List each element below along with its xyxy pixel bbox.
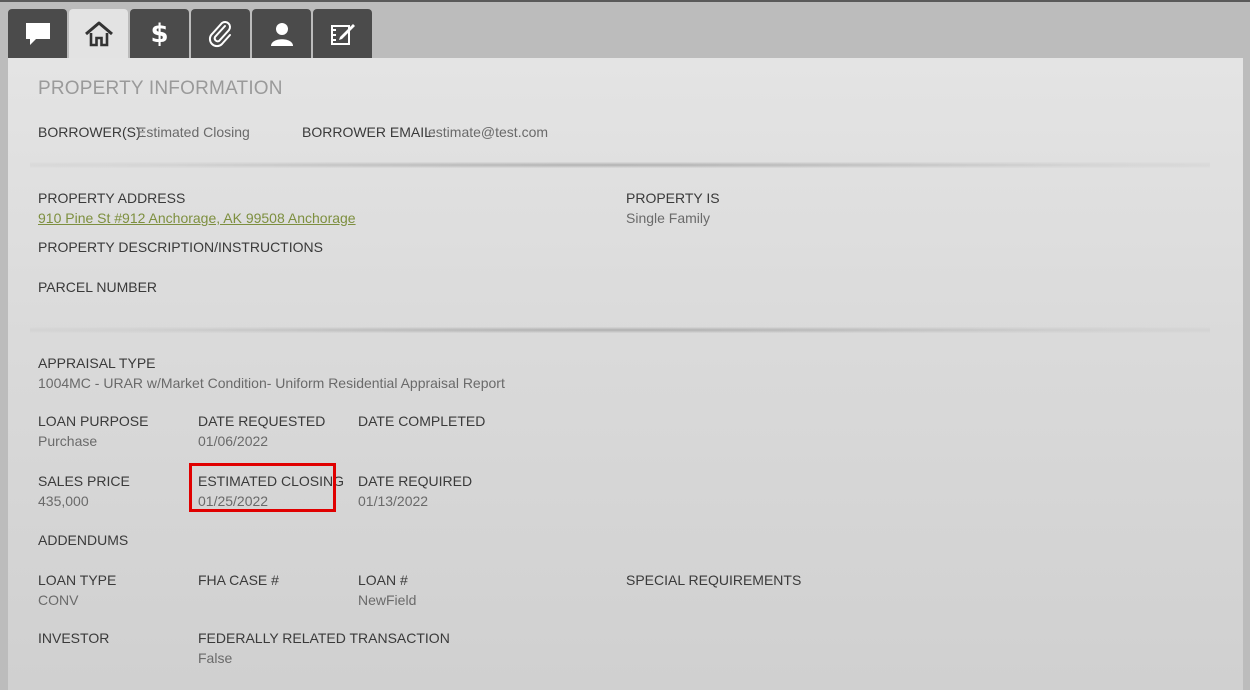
divider [30, 327, 1210, 333]
federally-related-value: False [198, 650, 233, 666]
appraisal-type-label: APPRAISAL TYPE [38, 355, 156, 371]
edit-icon [329, 21, 357, 47]
federally-related-label: FEDERALLY RELATED TRANSACTION [198, 630, 450, 646]
date-required-label: DATE REQUIRED [358, 473, 473, 489]
loan-type-label: LOAN TYPE [38, 572, 117, 588]
property-address-label: PROPERTY ADDRESS [38, 190, 186, 206]
special-requirements-label: SPECIAL REQUIREMENTS [626, 572, 802, 588]
sales-price-label: SALES PRICE [38, 473, 130, 489]
tab-contacts[interactable] [252, 9, 311, 58]
home-icon [84, 21, 114, 47]
tab-fees[interactable]: $ [130, 9, 189, 58]
divider [30, 162, 1210, 168]
tab-attachments[interactable] [191, 9, 250, 58]
loan-purpose-value: Purchase [38, 433, 98, 449]
loan-type-value: CONV [38, 592, 79, 608]
loan-number-value: NewField [358, 592, 417, 608]
dollar-icon: $ [150, 18, 169, 49]
date-completed-label: DATE COMPLETED [358, 413, 486, 429]
page-title: PROPERTY INFORMATION [38, 78, 283, 99]
date-required-value: 01/13/2022 [358, 493, 429, 509]
parcel-number-label: PARCEL NUMBER [38, 279, 158, 295]
date-requested-label: DATE REQUESTED [198, 413, 326, 429]
date-requested-value: 01/06/2022 [198, 433, 269, 449]
property-is-label: PROPERTY IS [626, 190, 720, 206]
fha-case-label: FHA CASE # [198, 572, 279, 588]
sales-price-value: 435,000 [38, 493, 89, 509]
property-address-link[interactable]: 910 Pine St #912 Anchorage, AK 99508 Anc… [38, 209, 356, 227]
property-is-value: Single Family [626, 210, 711, 226]
borrower-email-label: BORROWER EMAIL: [302, 124, 436, 140]
addendums-label: ADDENDUMS [38, 532, 129, 548]
paperclip-icon [208, 20, 234, 48]
borrower-label: BORROWER(S): [38, 124, 145, 140]
borrower-email-value: estimate@test.com [428, 124, 549, 140]
borrower-value: Estimated Closing [137, 124, 250, 140]
property-description-label: PROPERTY DESCRIPTION/INSTRUCTIONS [38, 239, 323, 255]
tab-comments[interactable] [8, 9, 67, 58]
investor-label: INVESTOR [38, 630, 110, 646]
tab-property[interactable] [69, 9, 128, 58]
estimated-closing-highlight [189, 463, 336, 512]
comment-icon [24, 21, 52, 47]
top-border [0, 0, 1250, 2]
appraisal-type-value: 1004MC - URAR w/Market Condition- Unifor… [38, 375, 505, 391]
loan-purpose-label: LOAN PURPOSE [38, 413, 149, 429]
user-icon [269, 21, 295, 47]
loan-number-label: LOAN # [358, 572, 408, 588]
tab-notes[interactable] [313, 9, 372, 58]
